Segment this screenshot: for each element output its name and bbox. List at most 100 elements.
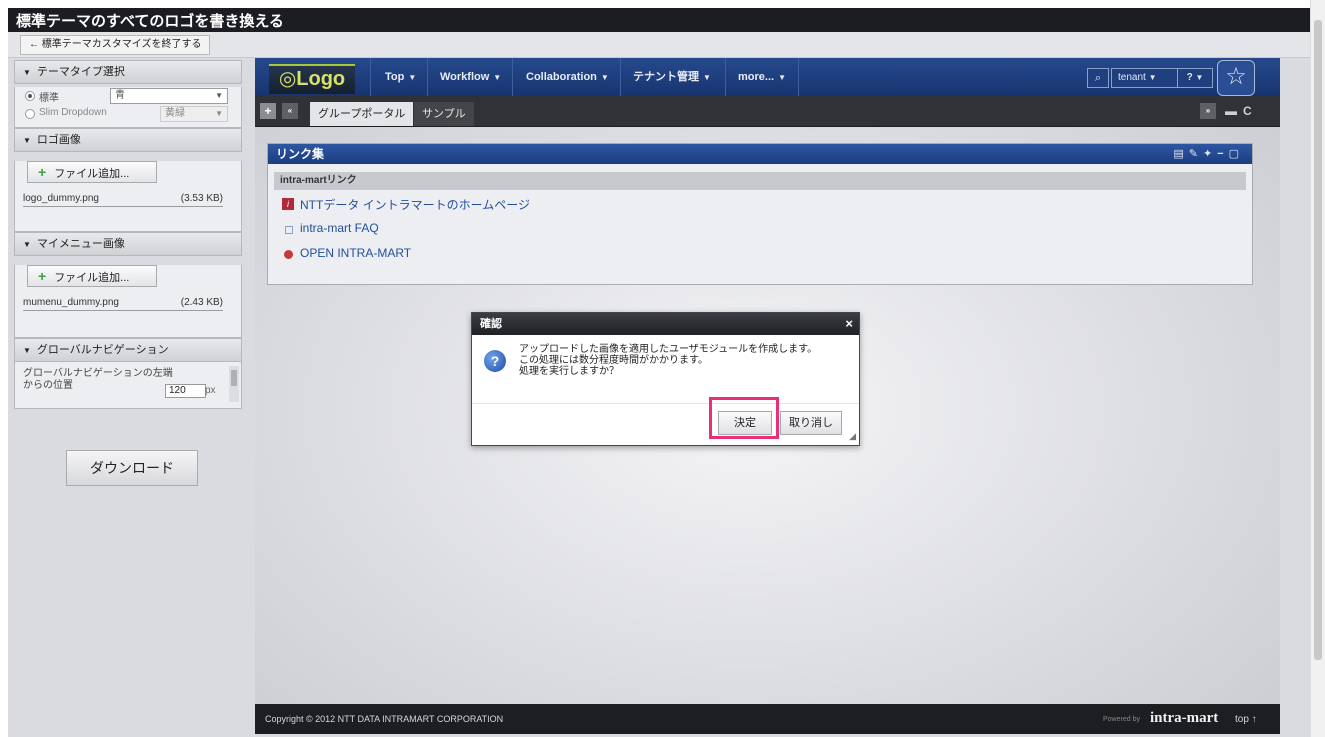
button-label: ファイル追加... (54, 272, 130, 284)
plus-icon: + (38, 164, 47, 180)
open-intra-mart-icon (284, 250, 293, 259)
scrollbar-thumb[interactable] (1314, 20, 1322, 660)
caret-down-icon: ▼ (23, 240, 31, 249)
search-icon[interactable]: ⌕ (1087, 68, 1109, 88)
title-bar: 標準テーマのすべてのロゴを書き換える (8, 8, 1311, 32)
question-icon: ? (484, 350, 506, 372)
standard-color-select[interactable]: 青 ▼ (110, 88, 228, 104)
toolbar: ← 標準テーマカスタマイズを終了する (8, 32, 1311, 58)
global-nav-header[interactable]: ▼ グローバルナビゲーション (14, 338, 242, 362)
dialog-header: 確認 × (472, 313, 859, 335)
file-size: (3.53 KB) (180, 193, 223, 204)
radio-label: 標準 (39, 93, 59, 104)
page-scrollbar[interactable] (1310, 0, 1325, 737)
menu-top[interactable]: Top ▼ (385, 58, 416, 96)
caret-down-icon: ▼ (600, 73, 609, 82)
powered-by: Powered by (1103, 716, 1140, 723)
portlet-title: リンク集 (276, 147, 325, 161)
section-scrollbar[interactable] (229, 366, 239, 402)
logo-file-row: logo_dummy.png (3.53 KB) (15, 183, 241, 211)
scrollbar-thumb[interactable] (231, 370, 237, 386)
add-logo-file-button[interactable]: + ファイル追加... (27, 161, 157, 183)
link-text[interactable]: NTTデータ イントラマートのホームページ (300, 196, 530, 213)
footer: Copyright © 2012 NTT DATA INTRAMART CORP… (255, 704, 1280, 734)
cancel-button[interactable]: 取り消し (780, 411, 842, 435)
global-navigation: ◎Logo Top ▼ Workflow ▼ Collaboration ▼ テナント… (255, 58, 1280, 96)
radio-standard-row: 標準 青 ▼ (15, 87, 241, 105)
theme-type-header[interactable]: ▼ テーマタイプ選択 (14, 60, 242, 84)
help-menu[interactable]: ? ▼ (1177, 68, 1213, 88)
menu-label: テナント管理 (633, 71, 699, 83)
button-label: ファイル追加... (54, 168, 130, 180)
list-item[interactable]: OPEN INTRA-MART (268, 240, 1252, 265)
caret-down-icon: ▼ (778, 73, 786, 82)
intra-mart-icon: i (282, 198, 294, 210)
logo[interactable]: ◎Logo (269, 64, 355, 94)
nav-divider (725, 58, 726, 96)
menu-workflow[interactable]: Workflow ▼ (440, 58, 501, 96)
close-icon[interactable]: × (845, 313, 853, 335)
nav-divider (620, 58, 621, 96)
radio-standard[interactable] (25, 91, 35, 101)
link-text[interactable]: intra-mart FAQ (300, 221, 379, 235)
add-tab-icon[interactable]: + (260, 103, 276, 119)
portlet-tool-icons[interactable]: ▤✎✦−▢ (1173, 144, 1244, 164)
add-mymenu-file-button[interactable]: + ファイル追加... (27, 265, 157, 287)
intra-mart-logo: intra-mart (1150, 710, 1219, 726)
section-title: テーマタイプ選択 (36, 66, 125, 78)
logo-image-body: + ファイル追加... logo_dummy.png (3.53 KB) (14, 161, 242, 232)
tenant-label: tenant (1118, 72, 1146, 83)
tenant-select[interactable]: tenant ▼ (1111, 68, 1179, 88)
scroll-left-icon[interactable]: « (282, 103, 298, 119)
tab-bar: + « グループポータル サンプル » ▬ C (255, 96, 1280, 127)
dialog-title: 確認 (480, 318, 502, 330)
top-link[interactable]: top ↑ (1235, 714, 1257, 725)
mymenu-image-header[interactable]: ▼ マイメニュー画像 (14, 232, 242, 256)
logo-image-header[interactable]: ▼ ロゴ画像 (14, 128, 242, 152)
menu-label: Collaboration (526, 71, 597, 83)
confirm-dialog: 確認 × ? アップロードした画像を適用したユーザモジュールを作成します。 この… (471, 312, 860, 446)
mymenu-file-row: mumenu_dummy.png (2.43 KB) (15, 287, 241, 315)
unit-label: px (205, 385, 216, 396)
tab-sample[interactable]: サンプル (414, 102, 474, 126)
copyright: Copyright © 2012 NTT DATA INTRAMART CORP… (265, 714, 504, 724)
bullet-icon (285, 226, 293, 234)
caret-down-icon: ▼ (1195, 73, 1204, 82)
plus-icon: + (38, 268, 47, 284)
menu-label: Top (385, 71, 405, 83)
refresh-icon[interactable]: C (1243, 104, 1252, 118)
dropdown-arrow-icon: ▼ (215, 91, 223, 100)
menu-label: Workflow (440, 71, 490, 83)
link-text[interactable]: OPEN INTRA-MART (300, 246, 411, 260)
radio-label: Slim Dropdown (39, 107, 107, 118)
links-portlet: リンク集 ▤✎✦−▢ intra-martリンク i NTTデータ イントラマー… (267, 143, 1253, 285)
highlight-box (709, 397, 779, 439)
menu-more[interactable]: more... ▼ (738, 58, 786, 96)
section-title: グローバルナビゲーション (36, 344, 169, 356)
download-button[interactable]: ダウンロード (66, 450, 198, 486)
scroll-right-icon[interactable]: » (1200, 103, 1216, 119)
gnav-position-input[interactable]: 120 (165, 384, 206, 398)
caret-down-icon: ▼ (23, 136, 31, 145)
caret-down-icon: ▼ (1148, 73, 1157, 82)
slim-color-select[interactable]: 黄緑 ▼ (160, 106, 228, 122)
layout-icon[interactable]: ▬ (1225, 104, 1237, 118)
radio-slim[interactable] (25, 109, 35, 119)
end-customize-button[interactable]: ← 標準テーマカスタマイズを終了する (20, 35, 211, 55)
dialog-message: アップロードした画像を適用したユーザモジュールを作成します。 この処理には数分程… (519, 344, 817, 377)
tab-group-portal[interactable]: グループポータル (310, 102, 414, 126)
file-size: (2.43 KB) (180, 297, 223, 308)
menu-tenant-admin[interactable]: テナント管理 ▼ (633, 58, 711, 96)
resize-grip-icon[interactable]: ◢ (849, 431, 856, 442)
menu-collaboration[interactable]: Collaboration ▼ (526, 58, 609, 96)
help-label: ? (1186, 72, 1193, 83)
list-item[interactable]: i NTTデータ イントラマートのホームページ (268, 190, 1252, 215)
caret-down-icon: ▼ (703, 73, 711, 82)
caret-down-icon: ▼ (23, 346, 31, 355)
caret-down-icon: ▼ (493, 73, 502, 82)
dropdown-arrow-icon: ▼ (215, 109, 223, 118)
list-item[interactable]: intra-mart FAQ (268, 215, 1252, 240)
star-icon[interactable]: ☆ (1217, 60, 1255, 96)
caret-down-icon: ▼ (408, 73, 417, 82)
gnav-position-label: グローバルナビゲーションの左端からの位置 (23, 368, 173, 391)
